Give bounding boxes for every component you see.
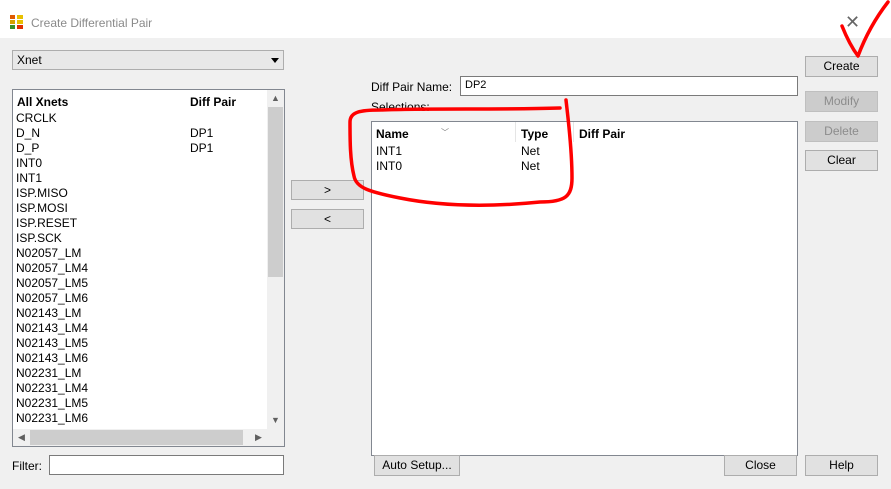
scroll-corner bbox=[267, 429, 284, 446]
xnet-name: CRCLK bbox=[16, 111, 57, 125]
xnet-name: N02057_LM bbox=[16, 246, 82, 260]
list-item[interactable]: N02143_LM5 bbox=[16, 336, 266, 351]
create-diff-pair-dialog: Create Differential Pair ✕ Xnet All Xnet… bbox=[0, 8, 891, 489]
col-header-name[interactable]: Name bbox=[376, 127, 409, 141]
col-header-all-xnets[interactable]: All Xnets bbox=[17, 95, 68, 109]
close-button[interactable]: Close bbox=[724, 455, 797, 476]
list-item[interactable]: N02057_LM6 bbox=[16, 291, 266, 306]
xnet-name: N02057_LM5 bbox=[16, 276, 89, 290]
list-item[interactable]: ISP.SCK bbox=[16, 231, 266, 246]
xnet-name: ISP.RESET bbox=[16, 216, 78, 230]
xnet-name: N02231_LM bbox=[16, 366, 82, 380]
add-button[interactable]: > bbox=[291, 180, 364, 200]
xnet-name: INT0 bbox=[16, 156, 43, 170]
scroll-left-icon[interactable]: ◀ bbox=[13, 429, 30, 446]
hscroll-thumb[interactable] bbox=[30, 430, 243, 445]
list-item[interactable]: N02231_LM5 bbox=[16, 396, 266, 411]
title-bar: Create Differential Pair ✕ bbox=[0, 8, 891, 38]
selections-header: Name ﹀ Type Diff Pair bbox=[372, 122, 797, 142]
list-item[interactable]: N02143_LM bbox=[16, 306, 266, 321]
list-item[interactable]: ISP.MISO bbox=[16, 186, 266, 201]
selection-name: INT1 bbox=[376, 144, 403, 158]
xnet-name: ISP.MISO bbox=[16, 186, 68, 200]
diff-pair-name-input[interactable]: DP2 bbox=[460, 76, 798, 96]
xnet-name: ISP.SCK bbox=[16, 231, 62, 245]
column-divider[interactable] bbox=[515, 122, 516, 142]
xnet-name: N02231_LM6 bbox=[16, 411, 89, 425]
col-header-sel-diff-pair[interactable]: Diff Pair bbox=[579, 127, 625, 141]
app-icon bbox=[10, 15, 24, 31]
list-item[interactable]: ISP.MOSI bbox=[16, 201, 266, 216]
selections-label: Selections: bbox=[371, 100, 430, 114]
list-item[interactable]: N02143_LM4 bbox=[16, 321, 266, 336]
create-button[interactable]: Create bbox=[805, 56, 878, 77]
xnet-name: N02143_LM5 bbox=[16, 336, 89, 350]
xnet-diff-pair: DP1 bbox=[190, 141, 214, 155]
xnet-name: N02231_LM4 bbox=[16, 381, 89, 395]
xnet-name: ISP.MOSI bbox=[16, 201, 68, 215]
delete-button[interactable]: Delete bbox=[805, 121, 878, 142]
all-xnets-list[interactable]: All Xnets Diff Pair CRCLK D_N DP1 D_P DP1 INT… bbox=[12, 89, 285, 447]
net-type-select[interactable]: Xnet bbox=[12, 50, 284, 70]
xnet-name: N02231_LM5 bbox=[16, 396, 89, 410]
list-item[interactable]: INT0 bbox=[16, 156, 266, 171]
xnet-name: N02143_LM4 bbox=[16, 321, 89, 335]
list-item[interactable]: D_P DP1 bbox=[16, 141, 266, 156]
column-divider[interactable] bbox=[573, 122, 574, 142]
diff-pair-name-label: Diff Pair Name: bbox=[371, 80, 453, 94]
xnet-name: D_N bbox=[16, 126, 41, 140]
selections-list[interactable]: Name ﹀ Type Diff Pair INT1 Net INT0 Net bbox=[371, 121, 798, 456]
net-type-value: Xnet bbox=[17, 53, 42, 67]
list-item[interactable]: CRCLK bbox=[16, 111, 266, 126]
xnet-name: INT1 bbox=[16, 171, 43, 185]
horizontal-scrollbar[interactable]: ◀ ▶ bbox=[13, 429, 267, 446]
selection-type: Net bbox=[521, 159, 540, 173]
list-item[interactable]: INT0 Net bbox=[376, 159, 676, 174]
xnet-name: N02057_LM4 bbox=[16, 261, 89, 275]
list-item[interactable]: INT1 bbox=[16, 171, 266, 186]
scroll-up-icon[interactable]: ▲ bbox=[267, 90, 284, 107]
xnet-name: N02057_LM6 bbox=[16, 291, 89, 305]
net-rows: CRCLK D_N DP1 D_P DP1 INT0 INT1 ISP.MISO ISP.MOS… bbox=[16, 111, 266, 426]
filter-input[interactable] bbox=[49, 455, 284, 475]
list-item[interactable]: N02057_LM4 bbox=[16, 261, 266, 276]
list-item[interactable]: N02057_LM bbox=[16, 246, 266, 261]
selection-name: INT0 bbox=[376, 159, 403, 173]
xnet-name: N02143_LM6 bbox=[16, 351, 89, 365]
xnet-name: D_P bbox=[16, 141, 40, 155]
list-item[interactable]: D_N DP1 bbox=[16, 126, 266, 141]
sort-caret-icon: ﹀ bbox=[441, 128, 449, 137]
col-header-type[interactable]: Type bbox=[521, 127, 548, 141]
list-item[interactable]: INT1 Net bbox=[376, 144, 676, 159]
auto-setup-button[interactable]: Auto Setup... bbox=[374, 455, 460, 476]
filter-label: Filter: bbox=[12, 459, 42, 473]
scroll-down-icon[interactable]: ▼ bbox=[267, 412, 284, 429]
list-item[interactable]: N02231_LM6 bbox=[16, 411, 266, 426]
window-title: Create Differential Pair bbox=[31, 16, 153, 30]
list-item[interactable]: N02143_LM6 bbox=[16, 351, 266, 366]
xnet-name: N02143_LM bbox=[16, 306, 82, 320]
help-button[interactable]: Help bbox=[805, 455, 878, 476]
list-item[interactable]: N02057_LM5 bbox=[16, 276, 266, 291]
remove-button[interactable]: < bbox=[291, 209, 364, 229]
vertical-scrollbar[interactable]: ▲ ▼ bbox=[267, 90, 284, 429]
list-item[interactable]: ISP.RESET bbox=[16, 216, 266, 231]
list-item[interactable]: N02231_LM bbox=[16, 366, 266, 381]
selection-type: Net bbox=[521, 144, 540, 158]
clear-button[interactable]: Clear bbox=[805, 150, 878, 171]
chevron-down-icon[interactable] bbox=[271, 58, 279, 63]
scroll-right-icon[interactable]: ▶ bbox=[250, 429, 267, 446]
list-item[interactable]: N02231_LM4 bbox=[16, 381, 266, 396]
col-header-diff-pair[interactable]: Diff Pair bbox=[190, 95, 236, 109]
xnet-diff-pair: DP1 bbox=[190, 126, 214, 140]
modify-button[interactable]: Modify bbox=[805, 91, 878, 112]
list-header: All Xnets Diff Pair bbox=[13, 90, 267, 110]
scroll-thumb[interactable] bbox=[268, 107, 283, 277]
close-icon[interactable]: ✕ bbox=[845, 12, 860, 33]
